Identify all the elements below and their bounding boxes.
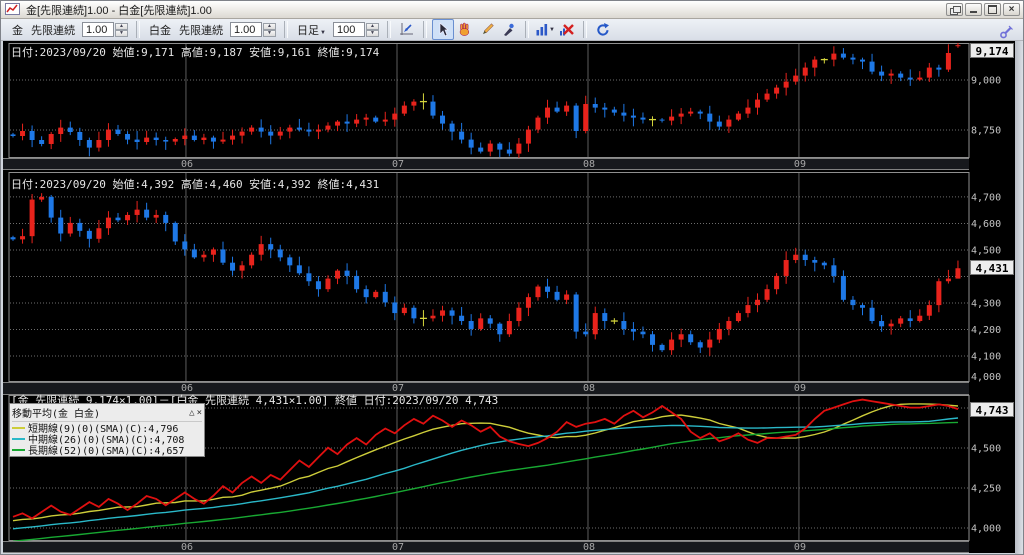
popout-window-button[interactable] xyxy=(946,3,963,16)
spread-last-price-tag: 4,743 xyxy=(970,402,1014,417)
crosshair-tool-button[interactable] xyxy=(396,19,418,40)
month-label: 09 xyxy=(793,383,806,394)
toolbar-separator xyxy=(136,21,140,38)
sma52-color-swatch xyxy=(12,448,25,451)
legend-collapse-button[interactable]: △ xyxy=(189,408,194,418)
month-label: 08 xyxy=(582,383,596,394)
month-label: 08 xyxy=(582,159,596,170)
chart-type-button[interactable]: ▼ xyxy=(534,19,556,40)
platinum-last-price-tag: 4,431 xyxy=(970,260,1014,275)
svg-text:4,700: 4,700 xyxy=(971,192,1001,203)
hand-tool-button[interactable] xyxy=(454,19,476,40)
month-label: 07 xyxy=(391,542,405,553)
select-tool-button[interactable] xyxy=(431,19,454,40)
stepper-down-icon: ▼ xyxy=(365,29,379,37)
pen-tool-button[interactable] xyxy=(498,19,520,40)
time-axis-strip: 06 07 08 09 xyxy=(3,158,969,170)
month-label: 08 xyxy=(582,542,596,553)
ma-legend-title: 移動平均(金 白金) xyxy=(12,409,101,420)
stepper-up-icon: ▲ xyxy=(115,22,128,30)
window-frame-right xyxy=(1015,41,1023,554)
month-label: 07 xyxy=(391,159,405,170)
platinum-candlestick-chart[interactable]: 4,700 4,600 4,500 4,300 4,200 4,100 4,000 xyxy=(3,172,1015,382)
legend-close-button[interactable]: × xyxy=(197,408,202,418)
settings-wrench-icon[interactable] xyxy=(995,21,1017,42)
maximize-button[interactable] xyxy=(984,3,1001,16)
sma9-color-swatch xyxy=(12,426,25,429)
toolbar-separator xyxy=(582,21,587,38)
stepper-down-icon: ▼ xyxy=(263,29,276,37)
chart-area[interactable]: 日付:2023/09/20 始値:9,171 高値:9,187 安値:9,161… xyxy=(1,41,1023,554)
gold-symbol-label: 金 xyxy=(12,24,23,37)
svg-text:8,750: 8,750 xyxy=(971,126,1001,137)
refresh-button[interactable] xyxy=(592,19,614,40)
pencil-tool-button[interactable] xyxy=(476,19,498,40)
platinum-multiplier-stepper[interactable]: 1.00 ▲ ▼ xyxy=(230,22,276,37)
remove-indicator-button[interactable] xyxy=(556,19,578,40)
svg-text:4,500: 4,500 xyxy=(971,245,1001,256)
chevron-down-icon: ▼ xyxy=(320,29,326,36)
toolbar-separator xyxy=(386,21,391,38)
gold-multiplier-stepper[interactable]: 1.00 ▲ ▼ xyxy=(82,22,128,37)
ma-legend: 移動平均(金 白金) △ × 短期線(9)(0)(SMA)(C):4,796 中… xyxy=(9,403,205,457)
application-window: 金[先限連続]1.00 - 白金[先限連続]1.00 × 金 先限連続 1.00… xyxy=(0,0,1024,555)
month-label: 06 xyxy=(180,159,193,170)
toolbar-separator xyxy=(524,21,529,38)
svg-text:9,000: 9,000 xyxy=(971,76,1001,87)
gold-series-label: 先限連続 xyxy=(31,24,75,37)
svg-text:4,000: 4,000 xyxy=(971,372,1001,382)
svg-text:4,250: 4,250 xyxy=(971,484,1001,495)
stepper-up-icon: ▲ xyxy=(365,22,379,30)
gold-candlestick-chart[interactable]: 9,000 8,750 xyxy=(3,43,1015,158)
svg-text:4,600: 4,600 xyxy=(971,219,1001,230)
platinum-series-label: 先限連続 xyxy=(179,24,223,37)
svg-text:4,000: 4,000 xyxy=(971,524,1001,535)
gold-last-price-tag: 9,174 xyxy=(970,43,1014,58)
minimize-button[interactable] xyxy=(965,3,982,16)
stepper-down-icon: ▼ xyxy=(115,29,128,37)
toolbar-separator xyxy=(284,21,288,38)
toolbar: 金 先限連続 1.00 ▲ ▼ 白金 先限連続 1.00 ▲ ▼ 日足▼ 100 ▲… xyxy=(1,19,1023,41)
app-chart-icon xyxy=(5,3,21,16)
month-label: 06 xyxy=(180,542,193,553)
sma26-color-swatch xyxy=(12,437,25,440)
bar-count-stepper[interactable]: 100 ▲ ▼ xyxy=(332,22,379,37)
svg-text:4,100: 4,100 xyxy=(971,352,1001,363)
svg-text:4,300: 4,300 xyxy=(971,298,1001,309)
platinum-symbol-label: 白金 xyxy=(149,24,171,37)
svg-text:4,500: 4,500 xyxy=(971,443,1001,454)
legend-item-sma52: 長期線(52)(0)(SMA)(C):4,657 xyxy=(12,444,202,457)
timeframe-dropdown[interactable]: 日足▼ xyxy=(297,22,326,38)
stepper-up-icon: ▲ xyxy=(263,22,276,30)
window-title: 金[先限連続]1.00 - 白金[先限連続]1.00 xyxy=(26,4,212,17)
time-axis-strip: 06 07 08 09 xyxy=(3,541,969,553)
title-bar: 金[先限連続]1.00 - 白金[先限連続]1.00 × xyxy=(1,1,1023,19)
platinum-ohlc-info: 日付:2023/09/20 始値:4,392 高値:4,460 安値:4,392… xyxy=(11,178,380,191)
svg-text:4,200: 4,200 xyxy=(971,325,1001,336)
toolbar-separator xyxy=(422,21,427,38)
month-label: 09 xyxy=(793,159,806,170)
gold-ohlc-info: 日付:2023/09/20 始値:9,171 高値:9,187 安値:9,161… xyxy=(11,46,380,59)
close-button[interactable]: × xyxy=(1003,3,1020,16)
month-label: 09 xyxy=(793,542,806,553)
chevron-down-icon: ▼ xyxy=(549,26,555,33)
